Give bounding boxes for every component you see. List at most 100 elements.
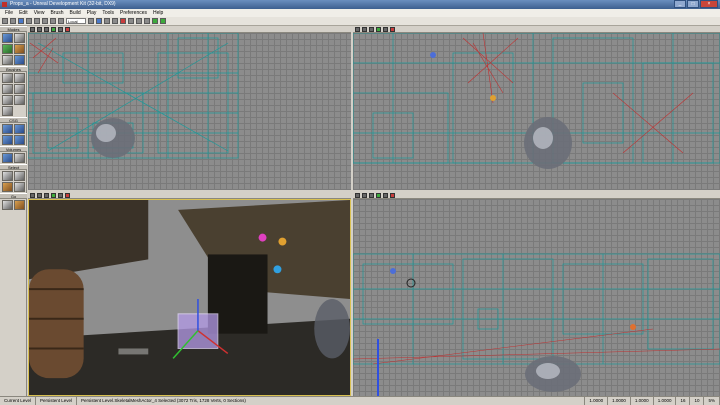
csg-intersect-button[interactable] [2,135,13,145]
cube-brush-button[interactable] [2,73,13,83]
maximize-button[interactable]: □ [687,0,699,8]
scale-all-field[interactable]: 1.0000 [654,397,677,405]
viewport-options-icon[interactable] [30,192,35,198]
viewport-options-icon[interactable] [30,26,35,32]
wireframe-icon[interactable] [37,26,42,32]
cone-brush-button[interactable] [14,73,25,83]
search-icon[interactable] [88,18,94,24]
terrain-mode-button[interactable] [2,44,13,54]
volume-list-button[interactable] [14,153,25,163]
cylinder-brush-button[interactable] [2,84,13,94]
kismet-icon[interactable] [104,18,110,24]
stairs-brush-button[interactable] [2,95,13,105]
show-all-button[interactable] [14,182,25,192]
current-level-value[interactable]: Persistent Level [36,397,78,405]
go-to-builder-brush-button[interactable] [2,200,13,210]
menu-play[interactable]: Play [84,9,100,17]
game-view-icon[interactable] [390,26,395,32]
show-selected-button[interactable] [2,171,13,181]
lit-icon[interactable] [383,26,388,32]
sphere-brush-button[interactable] [14,95,25,105]
wireframe-icon[interactable] [362,192,367,198]
wireframe-scene-side [353,253,720,396]
viewport-side[interactable] [353,192,720,396]
mesh-paint-mode-button[interactable] [2,55,13,65]
rotation-snap-field[interactable]: 10 [690,397,705,405]
texture-mode-button[interactable] [14,44,25,54]
csg-add-button[interactable] [2,124,13,134]
geometry-mode-button[interactable] [14,33,25,43]
lit-icon[interactable] [383,192,388,198]
menu-brush[interactable]: Brush [47,9,66,17]
menu-build[interactable]: Build [67,9,84,17]
scale-z-field[interactable]: 1.0000 [631,397,654,405]
rotate-icon[interactable] [50,18,56,24]
select-invert-button[interactable] [2,182,13,192]
lit-icon[interactable] [58,192,63,198]
game-view-icon[interactable] [65,26,70,32]
scale-icon[interactable] [58,18,64,24]
translate-icon[interactable] [42,18,48,24]
new-icon[interactable] [2,18,8,24]
percent-snap-field[interactable]: 5% [704,397,720,405]
viewport-front-canvas[interactable] [353,33,720,190]
undo-icon[interactable] [26,18,32,24]
menu-view[interactable]: View [31,9,48,17]
menu-file[interactable]: File [2,9,16,17]
app-icon [2,2,7,7]
viewport-toolbar [28,26,351,33]
csg-deintersect-button[interactable] [14,135,25,145]
foliage-mode-button[interactable] [14,55,25,65]
viewport-top[interactable] [28,26,351,190]
coordinate-system-select[interactable]: Local [66,18,86,24]
close-button[interactable]: × [700,0,718,8]
matinee-icon[interactable] [112,18,118,24]
open-icon[interactable] [10,18,16,24]
menu-tools[interactable]: Tools [99,9,117,17]
unlit-icon[interactable] [369,192,374,198]
wireframe-icon[interactable] [362,26,367,32]
realtime-icon[interactable] [51,26,56,32]
viewport-perspective-canvas[interactable] [28,199,351,396]
viewport-front[interactable] [353,26,720,190]
menu-preferences[interactable]: Preferences [117,9,150,17]
realtime-icon[interactable] [376,26,381,32]
play-in-editor-icon[interactable] [152,18,158,24]
game-view-icon[interactable] [390,192,395,198]
volumetric-brush-button[interactable] [2,106,13,116]
menu-edit[interactable]: Edit [16,9,31,17]
viewport-perspective[interactable] [28,192,351,396]
save-icon[interactable] [18,18,24,24]
build-geometry-icon[interactable] [120,18,126,24]
minimize-button[interactable]: _ [674,0,686,8]
scale-y-field[interactable]: 1.0000 [608,397,631,405]
redo-icon[interactable] [34,18,40,24]
go-to-actor-button[interactable] [14,200,25,210]
unlit-icon[interactable] [369,26,374,32]
viewport-options-icon[interactable] [355,192,360,198]
build-all-icon[interactable] [144,18,150,24]
sheet-brush-button[interactable] [14,84,25,94]
game-view-icon[interactable] [65,192,70,198]
realtime-icon[interactable] [376,192,381,198]
title-bar: Props_a - Unreal Development Kit (32-bit… [0,0,720,9]
grid-size-field[interactable]: 16 [676,397,691,405]
hide-selected-button[interactable] [14,171,25,181]
unlit-icon[interactable] [44,26,49,32]
lit-icon[interactable] [58,26,63,32]
viewport-side-canvas[interactable] [353,199,720,396]
play-on-pc-icon[interactable] [160,18,166,24]
scale-x-field[interactable]: 1.0000 [585,397,609,405]
csg-subtract-button[interactable] [14,124,25,134]
unlit-icon[interactable] [44,192,49,198]
menu-help[interactable]: Help [150,9,166,17]
camera-mode-button[interactable] [2,33,13,43]
wireframe-icon[interactable] [37,192,42,198]
build-lighting-icon[interactable] [128,18,134,24]
add-volume-button[interactable] [2,153,13,163]
content-browser-icon[interactable] [96,18,102,24]
viewport-options-icon[interactable] [355,26,360,32]
realtime-icon[interactable] [51,192,56,198]
build-paths-icon[interactable] [136,18,142,24]
viewport-top-canvas[interactable] [28,33,351,190]
